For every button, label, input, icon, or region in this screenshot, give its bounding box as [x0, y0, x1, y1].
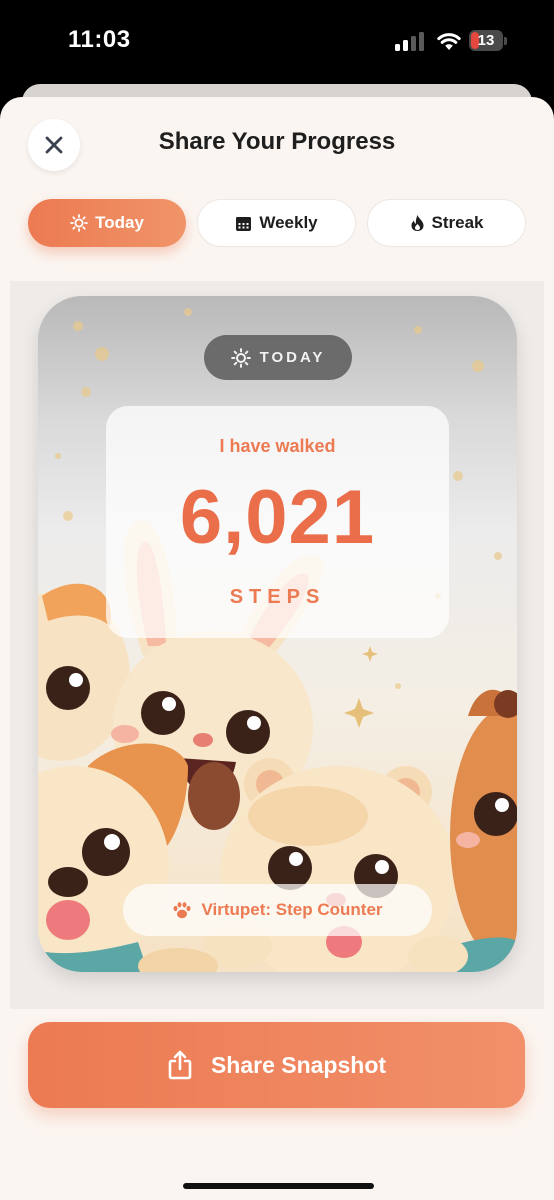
- tab-label: Streak: [431, 213, 484, 232]
- status-bar: 11:03 13: [0, 0, 554, 84]
- period-badge: TODAY: [204, 335, 352, 380]
- paw-icon: [173, 902, 191, 919]
- app-label-text: Virtupet: Step Counter: [201, 900, 383, 919]
- page-title: Share Your Progress: [158, 128, 396, 155]
- tab-label: Weekly: [259, 213, 318, 232]
- status-time: 11:03: [68, 26, 131, 53]
- battery-level: 13: [477, 32, 495, 49]
- sun-icon: [70, 214, 88, 232]
- snapshot-card: TODAY I have walked 6,021 STEPS Virtupet…: [38, 296, 517, 972]
- wifi-icon: [437, 33, 461, 50]
- share-snapshot-button[interactable]: Share Snapshot: [28, 1022, 525, 1108]
- battery-indicator: 13: [469, 30, 509, 52]
- app-label: Virtupet: Step Counter: [123, 884, 432, 936]
- step-unit: STEPS: [229, 586, 326, 608]
- calendar-icon: [236, 216, 252, 231]
- steps-panel: I have walked 6,021 STEPS: [106, 406, 449, 638]
- walked-text: I have walked: [219, 436, 336, 456]
- share-button-label: Share Snapshot: [210, 1051, 387, 1078]
- step-count: 6,021: [179, 475, 376, 560]
- flame-icon: [411, 215, 423, 231]
- tab-today[interactable]: Today: [28, 199, 186, 247]
- tab-weekly[interactable]: Weekly: [197, 199, 356, 247]
- cellular-signal-icon: [395, 32, 424, 51]
- tab-streak[interactable]: Streak: [367, 199, 526, 247]
- home-indicator: [183, 1183, 374, 1189]
- sun-icon: [230, 347, 251, 368]
- share-icon: [168, 1050, 192, 1080]
- badge-label: TODAY: [259, 349, 326, 366]
- tab-label: Today: [95, 213, 144, 232]
